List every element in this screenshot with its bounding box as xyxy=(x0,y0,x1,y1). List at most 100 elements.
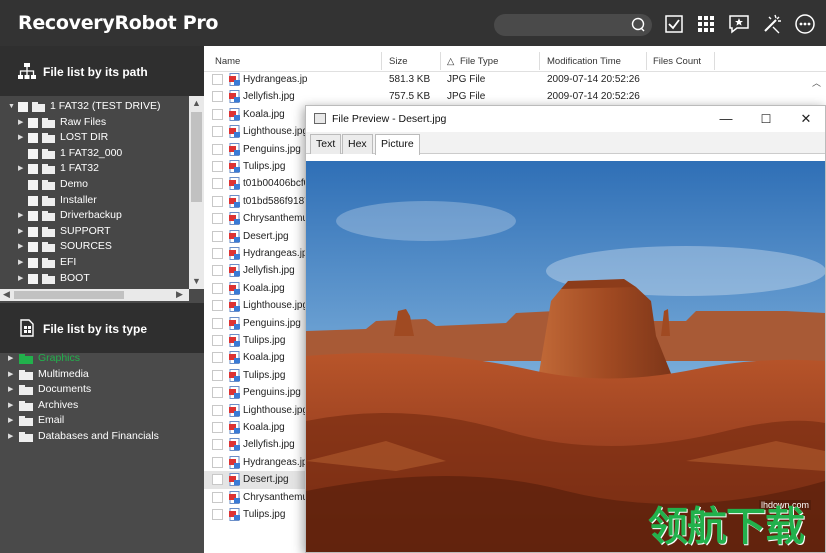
column-files-count[interactable]: Files Count xyxy=(653,56,701,67)
row-checkbox[interactable] xyxy=(212,491,223,503)
search-icon[interactable] xyxy=(630,17,646,33)
image-file-icon xyxy=(229,490,240,504)
preview-title: File Preview - Desert.jpg xyxy=(332,113,447,125)
row-checkbox[interactable] xyxy=(212,248,223,259)
scroll-thumb[interactable] xyxy=(191,112,202,202)
row-checkbox[interactable] xyxy=(212,126,223,138)
row-checkbox[interactable] xyxy=(212,317,223,329)
file-name: Lighthouse.jpg xyxy=(243,300,307,312)
tree-checkbox[interactable] xyxy=(28,164,38,175)
minimize-button[interactable]: — xyxy=(712,110,740,128)
expand-arrow-icon[interactable]: ▶ xyxy=(18,130,23,145)
expand-arrow-icon[interactable]: ▶ xyxy=(8,351,13,366)
column-name[interactable]: Name xyxy=(215,56,240,67)
tree-checkbox[interactable] xyxy=(28,195,38,206)
column-file-type[interactable]: File Type xyxy=(460,56,498,67)
path-list-header[interactable]: File list by its path xyxy=(0,46,204,96)
tree-checkbox[interactable] xyxy=(28,148,38,159)
wand-icon[interactable] xyxy=(761,13,783,35)
tree-checkbox[interactable] xyxy=(28,211,38,222)
row-checkbox[interactable] xyxy=(212,300,223,312)
row-checkbox[interactable] xyxy=(212,161,223,172)
folder-icon xyxy=(19,369,33,380)
app-title: RecoveryRobot Pro xyxy=(18,12,219,34)
type-item-label: Archives xyxy=(38,398,79,411)
type-list-header[interactable]: File list by its type xyxy=(0,303,204,353)
row-checkbox[interactable] xyxy=(212,265,223,277)
expand-arrow-icon[interactable]: ▶ xyxy=(18,161,23,176)
expand-arrow-icon[interactable]: ▶ xyxy=(18,255,23,270)
tree-checkbox[interactable] xyxy=(28,133,38,144)
maximize-button[interactable]: ☐ xyxy=(752,110,780,128)
expand-arrow-icon[interactable]: ▶ xyxy=(8,367,13,382)
row-checkbox[interactable] xyxy=(212,195,223,207)
expand-arrow-icon[interactable]: ▶ xyxy=(8,413,13,428)
row-checkbox[interactable] xyxy=(212,335,223,346)
tree-checkbox[interactable] xyxy=(28,242,38,253)
row-checkbox[interactable] xyxy=(212,178,223,190)
column-size[interactable]: Size xyxy=(389,56,407,67)
column-modification-time[interactable]: Modification Time xyxy=(547,56,621,67)
expand-arrow-icon[interactable]: ▶ xyxy=(18,239,23,254)
row-checkbox[interactable] xyxy=(212,474,223,486)
image-file-icon xyxy=(229,421,240,434)
expand-arrow-icon[interactable]: ▶ xyxy=(18,224,23,239)
scroll-right-icon[interactable]: ▶ xyxy=(176,289,183,300)
table-row[interactable]: Jellyfish.jpg 757.5 KB JPG File 2009-07-14 … xyxy=(204,88,826,105)
sort-up-icon[interactable]: △ xyxy=(447,56,454,67)
check-icon[interactable] xyxy=(663,13,685,35)
tree-checkbox[interactable] xyxy=(18,102,28,112)
close-button[interactable]: ✕ xyxy=(792,110,820,128)
expand-arrow-icon[interactable]: ▼ xyxy=(8,99,15,114)
expand-arrow-icon[interactable]: ▶ xyxy=(18,271,23,286)
tree-checkbox[interactable] xyxy=(28,258,38,268)
scroll-down-icon[interactable]: ▼ xyxy=(192,276,201,286)
tree-item-label: Demo xyxy=(60,178,89,190)
row-checkbox[interactable] xyxy=(212,91,223,103)
row-checkbox[interactable] xyxy=(212,439,223,451)
tree-checkbox[interactable] xyxy=(28,226,38,237)
search-input[interactable] xyxy=(494,14,652,36)
row-checkbox[interactable] xyxy=(212,282,223,294)
tree-item-label: LOST DIR xyxy=(60,131,109,144)
row-checkbox[interactable] xyxy=(212,369,223,381)
expand-arrow-icon[interactable]: ▶ xyxy=(8,398,13,413)
scroll-thumb[interactable] xyxy=(14,291,124,299)
table-row[interactable]: Hydrangeas.jpg 581.3 KB JPG File 2009-07-14… xyxy=(204,71,826,88)
tab-picture[interactable]: Picture xyxy=(375,134,420,155)
comment-star-icon[interactable] xyxy=(728,13,750,35)
scroll-left-icon[interactable]: ◀ xyxy=(3,289,10,300)
row-checkbox[interactable] xyxy=(212,230,223,242)
expand-arrow-icon[interactable]: ▶ xyxy=(8,429,13,444)
expand-arrow-icon[interactable]: ▶ xyxy=(18,208,23,223)
row-checkbox[interactable] xyxy=(212,108,223,120)
preview-title-bar[interactable]: File Preview - Desert.jpg — ☐ ✕ xyxy=(306,106,825,132)
row-checkbox[interactable] xyxy=(212,213,223,225)
expand-arrow-icon[interactable]: ▶ xyxy=(8,382,13,397)
folder-tree[interactable]: ▼ 1 FAT32 (TEST DRIVE) ▶ Raw Files ▶ LOST DIR… xyxy=(0,96,204,289)
file-name: Lighthouse.jpg xyxy=(243,404,307,416)
tree-horizontal-scrollbar[interactable]: ◀ ▶ xyxy=(0,289,189,301)
tree-vertical-scrollbar[interactable]: ▲ ▼ xyxy=(189,96,204,289)
more-icon[interactable] xyxy=(794,13,816,35)
row-checkbox[interactable] xyxy=(212,509,223,520)
row-checkbox[interactable] xyxy=(212,422,223,433)
tree-checkbox[interactable] xyxy=(28,180,38,190)
file-name: Tulips.jpg xyxy=(243,161,286,172)
tab-text[interactable]: Text xyxy=(310,134,342,154)
image-file-icon xyxy=(229,125,240,139)
scroll-up-icon[interactable]: ▲ xyxy=(192,98,201,108)
row-checkbox[interactable] xyxy=(212,143,223,155)
scroll-up-icon[interactable]: ︿ xyxy=(812,76,821,89)
tree-checkbox[interactable] xyxy=(28,117,38,128)
row-checkbox[interactable] xyxy=(212,74,223,85)
tree-checkbox[interactable] xyxy=(28,273,38,284)
row-checkbox[interactable] xyxy=(212,456,223,468)
grid-icon[interactable] xyxy=(695,13,717,35)
row-checkbox[interactable] xyxy=(212,387,223,399)
expand-arrow-icon[interactable]: ▶ xyxy=(18,115,23,130)
row-checkbox[interactable] xyxy=(212,352,223,364)
file-name: Hydrangeas.jpg xyxy=(243,456,307,468)
row-checkbox[interactable] xyxy=(212,404,223,416)
tab-hex[interactable]: Hex xyxy=(342,134,373,154)
